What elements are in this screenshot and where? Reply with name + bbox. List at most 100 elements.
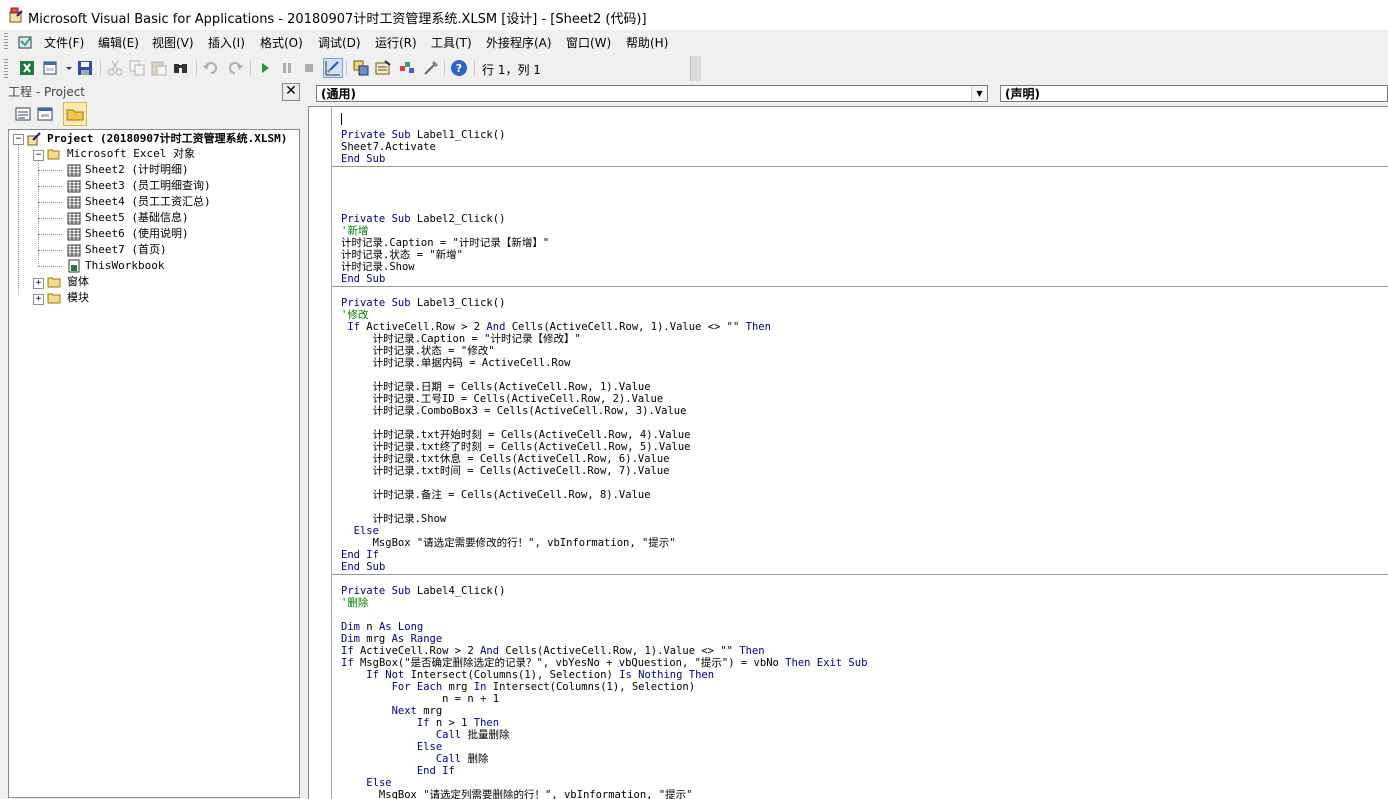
code-line[interactable]: MsgBox "请选定需要修改的行！", vbInformation, "提示" [341, 537, 676, 549]
tree-thisworkbook[interactable]: ThisWorkbook [85, 258, 164, 274]
code-line[interactable]: Private Sub Label4_Click() [341, 585, 505, 597]
menu-insert[interactable]: 插入(I) [208, 34, 245, 51]
tree-sheet-item[interactable]: Sheet5 (基础信息) [85, 210, 189, 226]
code-line[interactable]: If ActiveCell.Row > 2 And Cells(ActiveCe… [341, 645, 765, 657]
code-line[interactable]: Else [341, 525, 379, 537]
menu-addins[interactable]: 外接程序(A) [486, 34, 552, 51]
collapse-root-icon[interactable]: − [13, 134, 24, 145]
code-line[interactable]: 计时记录.txt休息 = Cells(ActiveCell.Row, 6).Va… [341, 453, 670, 465]
code-line[interactable]: 计时记录.Caption = "计时记录【修改】" [341, 333, 581, 345]
run-icon[interactable] [256, 59, 274, 77]
code-line[interactable]: 计时记录.Caption = "计时记录【新增】" [341, 237, 549, 249]
close-icon[interactable]: ✕ [282, 83, 300, 101]
procedure-combo[interactable]: (声明) [1000, 85, 1388, 102]
tree-project-root[interactable]: Project (20180907计时工资管理系统.XLSM) [47, 131, 287, 147]
expand-forms-icon[interactable]: + [33, 278, 44, 289]
code-line[interactable]: Sheet7.Activate [341, 141, 436, 153]
menu-debug[interactable]: 调试(D) [318, 34, 361, 51]
vba-menu-icon[interactable] [18, 34, 34, 50]
code-line[interactable]: Dim mrg As Range [341, 633, 442, 645]
code-line[interactable]: Private Sub Label1_Click() [341, 129, 505, 141]
tree-sheet-item[interactable]: Sheet6 (使用说明) [85, 226, 189, 242]
chevron-down-icon[interactable]: ▼ [971, 86, 987, 101]
menu-run[interactable]: 运行(R) [375, 34, 417, 51]
code-line[interactable]: 计时记录.txt开始时刻 = Cells(ActiveCell.Row, 4).… [341, 429, 691, 441]
help-icon[interactable]: ? [450, 59, 468, 77]
toolbar-grip[interactable] [4, 59, 8, 78]
code-line[interactable]: Call 删除 [341, 753, 489, 765]
menu-view[interactable]: 视图(V) [152, 34, 194, 51]
menu-file[interactable]: 文件(F) [44, 34, 84, 51]
code-line[interactable]: If n > 1 Then [341, 717, 499, 729]
code-line[interactable]: '修改 [341, 309, 368, 321]
design-mode-icon[interactable] [323, 58, 343, 78]
margin-indicator-bar[interactable] [309, 107, 332, 799]
paste-icon[interactable] [150, 59, 168, 77]
undo-icon[interactable] [202, 59, 220, 77]
menu-help[interactable]: 帮助(H) [626, 34, 668, 51]
object-browser-icon[interactable] [398, 59, 416, 77]
code-line[interactable]: n = n + 1 [341, 693, 499, 705]
code-line[interactable]: If Not Intersect(Columns(1), Selection) … [341, 669, 714, 681]
tree-modules-folder[interactable]: 模块 [67, 290, 89, 306]
code-line[interactable]: 计时记录.日期 = Cells(ActiveCell.Row, 1).Value [341, 381, 651, 393]
collapse-excel-objects-icon[interactable]: − [33, 150, 44, 161]
properties-window-icon[interactable] [374, 59, 392, 77]
code-editor[interactable]: Private Sub Label1_Click() Sheet7.Activat… [308, 106, 1388, 799]
code-line[interactable]: 计时记录.备注 = Cells(ActiveCell.Row, 8).Value [341, 489, 651, 501]
expand-modules-icon[interactable]: + [33, 294, 44, 305]
toggle-folders-icon[interactable] [63, 102, 87, 126]
code-line[interactable]: End Sub [341, 561, 385, 573]
code-line[interactable]: 计时记录.单据内码 = ActiveCell.Row [341, 357, 571, 369]
tree-sheet-item[interactable]: Sheet7 (首页) [85, 242, 167, 258]
break-icon[interactable] [278, 59, 296, 77]
code-line[interactable]: End Sub [341, 273, 385, 285]
project-explorer-icon[interactable] [352, 59, 370, 77]
view-object-icon[interactable] [34, 103, 56, 125]
code-line[interactable]: If ActiveCell.Row > 2 And Cells(ActiveCe… [341, 321, 771, 333]
menu-format[interactable]: 格式(O) [260, 34, 303, 51]
tree-sheet-item[interactable]: Sheet2 (计时明细) [85, 162, 189, 178]
toolbox-icon[interactable] [422, 59, 440, 77]
pane-splitter[interactable] [300, 82, 308, 798]
toolbar-options-handle[interactable] [690, 56, 701, 81]
code-line[interactable]: 计时记录.txt时间 = Cells(ActiveCell.Row, 7).Va… [341, 465, 670, 477]
code-line[interactable]: '新增 [341, 225, 368, 237]
code-line[interactable]: '删除 [341, 597, 368, 609]
code-line[interactable]: End If [341, 549, 379, 561]
view-excel-icon[interactable] [18, 59, 36, 77]
code-line[interactable]: 计时记录.状态 = "新增" [341, 249, 463, 261]
view-code-icon[interactable] [12, 103, 34, 125]
code-line[interactable]: Else [341, 777, 391, 789]
code-line[interactable]: End Sub [341, 153, 385, 165]
tree-forms-folder[interactable]: 窗体 [67, 274, 89, 290]
menu-edit[interactable]: 编辑(E) [98, 34, 139, 51]
code-line[interactable]: Private Sub Label3_Click() [341, 297, 505, 309]
code-line[interactable]: Private Sub Label2_Click() [341, 213, 505, 225]
menubar-grip[interactable] [4, 33, 8, 51]
code-line[interactable]: Next mrg [341, 705, 443, 717]
tree-sheet-item[interactable]: Sheet3 (员工明细查询) [85, 178, 211, 194]
copy-icon[interactable] [128, 59, 146, 77]
code-line[interactable]: 计时记录.状态 = "修改" [341, 345, 495, 357]
code-line[interactable]: Call 批量删除 [341, 729, 510, 741]
code-line[interactable]: 计时记录.工号ID = Cells(ActiveCell.Row, 2).Val… [341, 393, 664, 405]
save-icon[interactable] [76, 59, 94, 77]
menu-tools[interactable]: 工具(T) [431, 34, 472, 51]
cut-icon[interactable] [106, 59, 124, 77]
find-icon[interactable] [172, 59, 190, 77]
menu-window[interactable]: 窗口(W) [566, 34, 611, 51]
code-line[interactable]: 计时记录.Show [341, 261, 415, 273]
reset-icon[interactable] [300, 59, 318, 77]
redo-icon[interactable] [226, 59, 244, 77]
code-line[interactable]: If MsgBox("是否确定删除选定的记录？", vbYesNo + vbQu… [341, 657, 867, 669]
code-line[interactable]: Else [341, 741, 442, 753]
code-line[interactable]: End If [341, 765, 455, 777]
tree-excel-objects-folder[interactable]: Microsoft Excel 对象 [67, 146, 195, 162]
dropdown-arrow-icon[interactable] [60, 59, 72, 77]
object-combo[interactable]: (通用) ▼ [316, 85, 988, 102]
code-line[interactable]: 计时记录.txt终了时刻 = Cells(ActiveCell.Row, 5).… [341, 441, 691, 453]
code-line[interactable]: 计时记录.Show [341, 513, 447, 525]
insert-userform-icon[interactable] [42, 59, 60, 77]
code-line[interactable]: Dim n As Long [341, 621, 423, 633]
